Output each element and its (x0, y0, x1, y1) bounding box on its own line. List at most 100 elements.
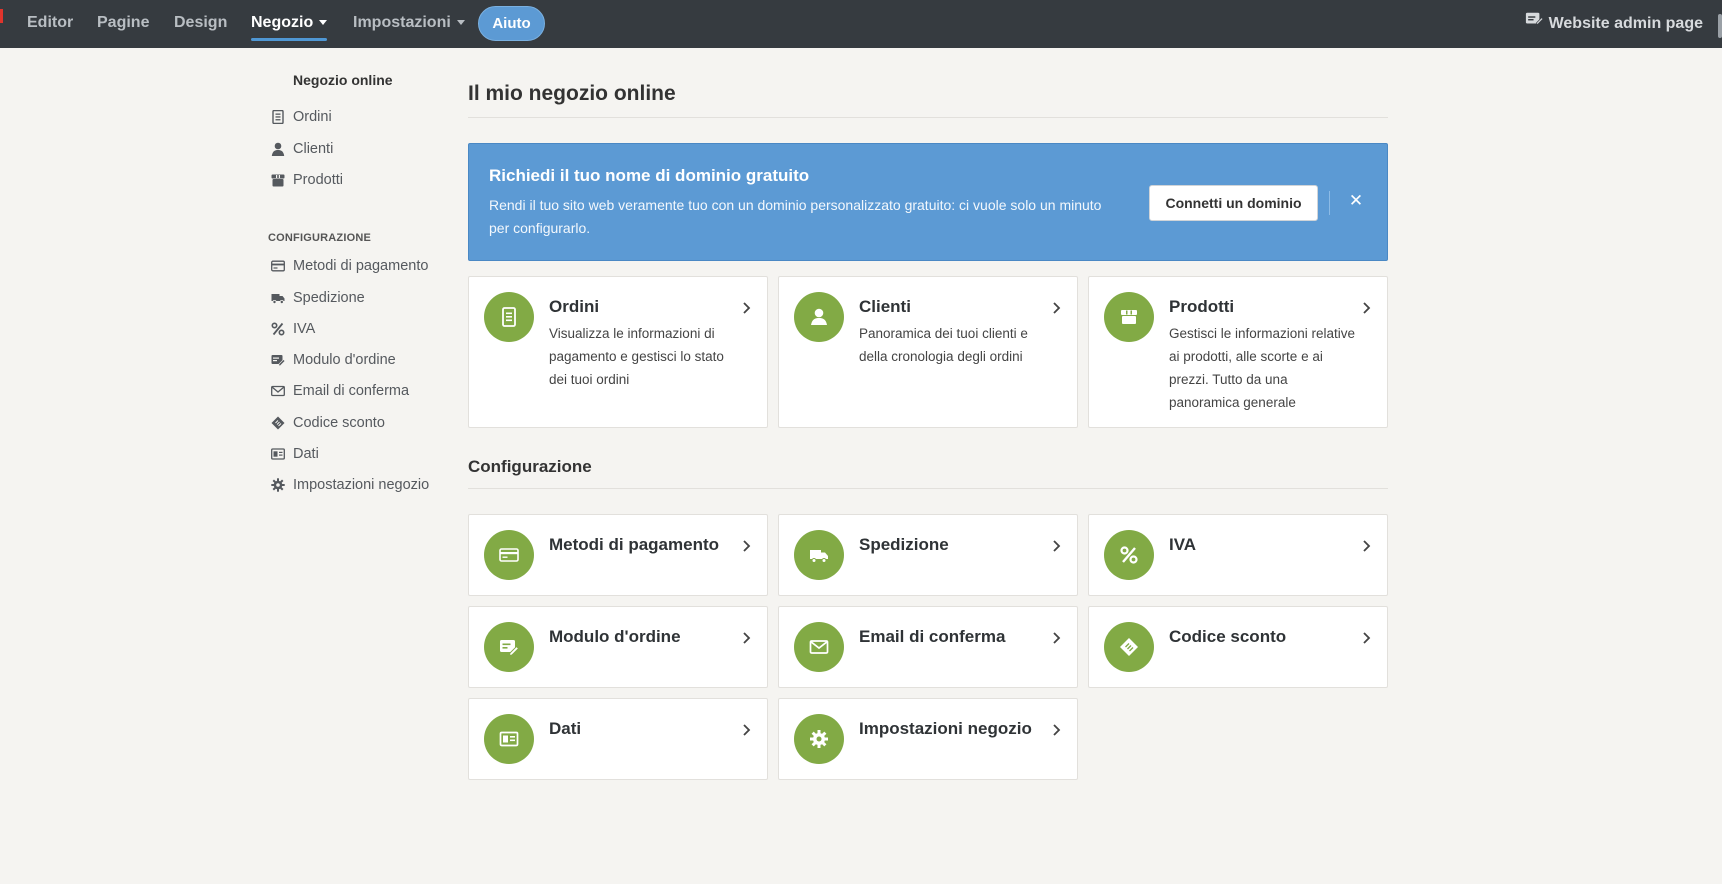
sidebar-section-header: CONFIGURAZIONE (268, 232, 372, 244)
id-card-icon (270, 446, 286, 462)
chevron-right-icon (743, 724, 751, 736)
card-iva[interactable]: IVA (1088, 514, 1388, 596)
credit-card-icon (270, 258, 286, 274)
website-admin-label: Website admin page (1548, 15, 1703, 32)
edit-window-icon (1525, 1, 1544, 47)
truck-icon (794, 530, 844, 580)
card-title: Modulo d'ordine (549, 627, 681, 646)
card-metodi-di-pagamento[interactable]: Metodi di pagamento (468, 514, 768, 596)
nav-pagine[interactable]: Pagine (97, 0, 149, 48)
top-navbar: Editor Pagine Design Negozio Impostazion… (0, 0, 1722, 48)
chevron-right-icon (1363, 302, 1371, 314)
chevron-down-icon (319, 20, 328, 26)
card-codice-sconto[interactable]: Codice sconto (1088, 606, 1388, 688)
sidebar-item-label: Codice sconto (293, 415, 385, 431)
card-title: Impostazioni negozio (859, 719, 1032, 738)
envelope-icon (794, 622, 844, 672)
ticket-icon (1104, 622, 1154, 672)
brand-marker (0, 9, 3, 23)
chevron-right-icon (1053, 540, 1061, 552)
sidebar-item-spedizione[interactable]: Spedizione (270, 288, 365, 308)
sidebar-item-label: Metodi di pagamento (293, 258, 429, 274)
card-title: Prodotti (1169, 297, 1235, 316)
sidebar-item-label: Dati (293, 446, 319, 462)
nav-negozio[interactable]: Negozio (251, 0, 328, 48)
card-impostazioni-negozio[interactable]: Impostazioni negozio (778, 698, 1078, 780)
percent-icon (270, 321, 286, 337)
truck-icon (270, 290, 286, 306)
title-divider (468, 117, 1388, 118)
form-edit-icon (270, 352, 286, 368)
card-email-di-conferma[interactable]: Email di conferma (778, 606, 1078, 688)
nav-design[interactable]: Design (174, 0, 227, 48)
sidebar-item-iva[interactable]: IVA (270, 319, 315, 339)
sidebar-item-clienti[interactable]: Clienti (270, 139, 333, 159)
chevron-right-icon (743, 540, 751, 552)
nav-impostazioni-label: Impostazioni (353, 14, 451, 31)
connect-domain-button[interactable]: Connetti un dominio (1149, 185, 1318, 221)
banner-title: Richiedi il tuo nome di dominio gratuito (489, 166, 810, 185)
card-title: IVA (1169, 535, 1197, 554)
page-title: Il mio negozio online (468, 82, 676, 105)
orders-icon (484, 292, 534, 342)
box-icon (1104, 292, 1154, 342)
user-icon (794, 292, 844, 342)
chevron-right-icon (1363, 632, 1371, 644)
chevron-right-icon (743, 632, 751, 644)
card-title: Codice sconto (1169, 627, 1287, 646)
envelope-icon (270, 383, 286, 399)
sidebar-item-impostazioni-negozio[interactable]: Impostazioni negozio (270, 475, 429, 495)
card-description: Panoramica dei tuoi clienti e della cron… (859, 326, 1028, 364)
box-icon (270, 172, 286, 188)
card-spedizione[interactable]: Spedizione (778, 514, 1078, 596)
card-description: Visualizza le informazioni di pagamento … (549, 326, 724, 387)
chevron-right-icon (1053, 632, 1061, 644)
sidebar-item-dati[interactable]: Dati (270, 444, 319, 464)
sidebar-title[interactable]: Negozio online (293, 72, 393, 88)
website-admin-link[interactable]: Website admin page (1525, 0, 1703, 48)
form-edit-icon (484, 622, 534, 672)
sidebar-item-modulo-d-ordine[interactable]: Modulo d'ordine (270, 350, 396, 370)
user-icon (270, 141, 286, 157)
chevron-right-icon (743, 302, 751, 314)
nav-editor[interactable]: Editor (27, 0, 73, 48)
card-title: Metodi di pagamento (549, 535, 719, 554)
chevron-right-icon (1053, 302, 1061, 314)
sidebar-item-metodi-di-pagamento[interactable]: Metodi di pagamento (270, 256, 428, 276)
chevron-right-icon (1053, 724, 1061, 736)
sidebar-item-codice-sconto[interactable]: Codice sconto (270, 413, 385, 433)
nav-design-label: Design (174, 14, 228, 31)
sidebar-item-label: Email di conferma (293, 383, 410, 399)
ticket-icon (270, 415, 286, 431)
config-divider (468, 488, 1388, 489)
help-button[interactable]: Aiuto (478, 6, 545, 41)
sidebar-item-label: Modulo d'ordine (293, 352, 396, 368)
card-modulo-d-ordine[interactable]: Modulo d'ordine (468, 606, 768, 688)
card-clienti[interactable]: Clienti Panoramica dei tuoi clienti e de… (778, 276, 1078, 428)
nav-impostazioni[interactable]: Impostazioni (353, 0, 465, 48)
card-ordini[interactable]: Ordini Visualizza le informazioni di pag… (468, 276, 768, 428)
banner-text: Rendi il tuo sito web veramente tuo con … (489, 197, 1102, 236)
sidebar-item-ordini[interactable]: Ordini (270, 107, 332, 127)
id-card-icon (484, 714, 534, 764)
sidebar-item-label: IVA (293, 321, 316, 337)
sidebar-item-label: Clienti (293, 141, 334, 157)
sidebar-item-email-di-conferma[interactable]: Email di conferma (270, 381, 409, 401)
card-dati[interactable]: Dati (468, 698, 768, 780)
credit-card-icon (484, 530, 534, 580)
card-title: Email di conferma (859, 627, 1006, 646)
card-title: Ordini (549, 297, 600, 316)
nav-editor-label: Editor (27, 14, 74, 31)
card-prodotti[interactable]: Prodotti Gestisci le informazioni relati… (1088, 276, 1388, 428)
sidebar-item-label: Spedizione (293, 290, 365, 306)
gear-icon (270, 477, 286, 493)
close-icon[interactable]: ✕ (1345, 190, 1367, 212)
domain-banner: Richiedi il tuo nome di dominio gratuito… (468, 143, 1388, 261)
config-section-title: Configurazione (468, 457, 592, 476)
nav-negozio-label: Negozio (251, 14, 314, 31)
orders-icon (270, 109, 286, 125)
gear-icon (794, 714, 844, 764)
sidebar-item-prodotti[interactable]: Prodotti (270, 170, 343, 190)
window-edge-handle (1718, 14, 1722, 38)
chevron-down-icon (456, 20, 465, 26)
